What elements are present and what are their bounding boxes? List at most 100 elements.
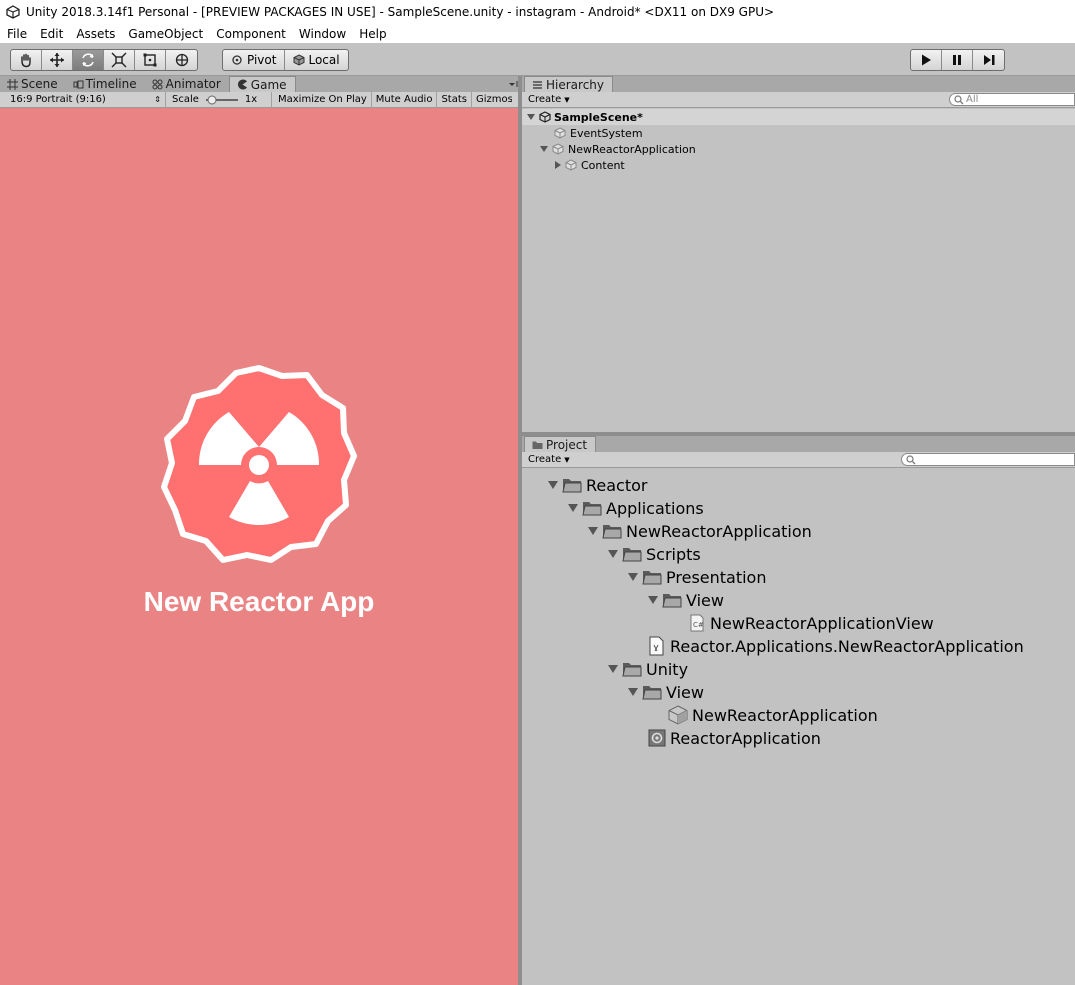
project-folder-reactor[interactable]: Reactor — [548, 474, 647, 496]
gameobject-cube-icon — [565, 159, 577, 171]
hand-tool-button[interactable] — [11, 50, 42, 70]
pivot-label: Pivot — [247, 53, 277, 67]
expand-arrow-icon[interactable] — [588, 527, 598, 535]
hierarchy-item-label: Content — [581, 158, 625, 172]
project-item-label: NewReactorApplication — [626, 521, 812, 541]
expand-arrow-icon[interactable] — [527, 114, 535, 120]
project-search-input[interactable] — [901, 453, 1075, 466]
hand-icon — [21, 53, 31, 68]
tab-project-label: Project — [546, 437, 588, 452]
maximize-on-play-toggle[interactable]: Maximize On Play — [272, 91, 372, 108]
project-file-reactor-applications-asmdef[interactable]: Reactor.Applications.NewReactorApplicati… — [648, 635, 1024, 657]
menu-file[interactable]: File — [0, 27, 33, 41]
assembly-definition-icon — [649, 636, 664, 656]
stats-label: Stats — [441, 94, 467, 105]
gizmos-toggle[interactable]: Gizmos — [472, 92, 512, 108]
menu-gameobject[interactable]: GameObject — [121, 27, 209, 41]
hierarchy-item-eventsystem[interactable]: EventSystem — [554, 125, 643, 141]
menu-bar: File Edit Assets GameObject Component Wi… — [0, 24, 1075, 43]
tab-project[interactable]: Project — [524, 436, 597, 452]
project-create-button[interactable]: Create ▼ — [528, 454, 570, 465]
step-button[interactable] — [973, 50, 1004, 70]
folder-icon — [532, 441, 543, 449]
stats-toggle[interactable]: Stats — [437, 91, 472, 108]
prefab-cube-icon — [668, 705, 688, 725]
aspect-dropdown[interactable]: 16:9 Portrait (9:16) ⇕ — [0, 91, 166, 108]
window-title: Unity 2018.3.14f1 Personal - [PREVIEW PA… — [26, 5, 775, 19]
tab-game[interactable]: Game — [228, 76, 296, 92]
project-asset-reactorapplication[interactable]: ReactorApplication — [648, 727, 821, 749]
search-icon — [906, 454, 916, 464]
project-item-label: View — [686, 590, 724, 610]
collapsed-arrow-icon[interactable] — [555, 161, 561, 169]
hierarchy-search-input[interactable]: All — [949, 93, 1075, 106]
menu-help[interactable]: Help — [352, 27, 392, 41]
rect-transform-icon — [143, 53, 157, 67]
playback-controls — [910, 49, 1005, 71]
scale-tool-button[interactable] — [104, 50, 135, 70]
expand-arrow-icon[interactable] — [548, 481, 558, 489]
project-folder-unity-view[interactable]: View — [628, 681, 704, 703]
expand-arrow-icon[interactable] — [648, 596, 658, 604]
tab-hierarchy-label: Hierarchy — [546, 77, 605, 92]
left-tabstrip: Scene Timeline Animator Game — [0, 76, 520, 92]
project-item-label: Presentation — [666, 567, 767, 587]
expand-arrow-icon[interactable] — [568, 504, 578, 512]
project-folder-presentation[interactable]: Presentation — [628, 566, 766, 588]
menu-edit[interactable]: Edit — [33, 27, 69, 41]
tab-animator-label: Animator — [165, 77, 221, 91]
folder-icon — [642, 686, 662, 700]
rotate-tool-button[interactable] — [73, 50, 104, 70]
project-file-newreactorapplicationview[interactable]: C# NewReactorApplicationView — [688, 612, 934, 634]
pivot-local-group: Pivot Local — [222, 49, 349, 71]
menu-component[interactable]: Component — [209, 27, 292, 41]
gameobject-cube-icon — [552, 143, 564, 155]
rect-tool-button[interactable] — [135, 50, 166, 70]
project-folder-unity[interactable]: Unity — [608, 658, 688, 680]
menu-assets[interactable]: Assets — [69, 27, 121, 41]
hierarchy-tabstrip: Hierarchy — [522, 76, 1075, 92]
project-folder-newreactorapplication[interactable]: NewReactorApplication — [588, 520, 812, 542]
expand-arrow-icon[interactable] — [608, 665, 618, 673]
hierarchy-search-placeholder: All — [966, 94, 979, 105]
svg-text:C#: C# — [693, 621, 704, 629]
menu-window[interactable]: Window — [292, 27, 352, 41]
hierarchy-item-content[interactable]: Content — [555, 157, 625, 173]
tab-scene-label: Scene — [21, 77, 58, 91]
folder-icon — [662, 594, 682, 608]
expand-arrow-icon[interactable] — [608, 550, 618, 558]
project-folder-applications[interactable]: Applications — [568, 497, 704, 519]
expand-arrow-icon[interactable] — [628, 688, 638, 696]
project-create-label: Create — [528, 454, 562, 465]
scriptable-object-icon — [648, 729, 666, 747]
animator-icon — [152, 79, 163, 89]
project-folder-view[interactable]: View — [648, 589, 724, 611]
pivot-button[interactable]: Pivot — [223, 50, 286, 70]
gizmos-label: Gizmos — [475, 94, 512, 105]
scale-slider-track[interactable] — [204, 95, 240, 105]
tab-timeline[interactable]: Timeline — [66, 76, 145, 92]
project-folder-scripts[interactable]: Scripts — [608, 543, 701, 565]
scale-slider[interactable]: Scale 1x — [166, 91, 272, 108]
local-button[interactable]: Local — [285, 50, 347, 70]
move-tool-button[interactable] — [42, 50, 73, 70]
main-toolbar: Pivot Local — [0, 43, 1075, 76]
tab-hierarchy[interactable]: Hierarchy — [524, 76, 614, 92]
tab-scene[interactable]: Scene — [0, 76, 66, 92]
expand-arrow-icon[interactable] — [628, 573, 638, 581]
pause-button[interactable] — [942, 50, 973, 70]
game-view[interactable]: New Reactor App — [0, 108, 518, 985]
scale-value: 1x — [244, 94, 258, 105]
project-prefab-newreactorapplication[interactable]: NewReactorApplication — [668, 704, 878, 726]
hierarchy-scene-row[interactable]: SampleScene* — [522, 109, 1075, 125]
play-button[interactable] — [911, 50, 942, 70]
mute-audio-toggle[interactable]: Mute Audio — [372, 91, 438, 108]
unity-scene-icon — [539, 111, 551, 123]
transform-tool-button[interactable] — [166, 50, 197, 70]
project-tabstrip: Project — [522, 436, 1075, 452]
tab-animator[interactable]: Animator — [145, 76, 229, 92]
expand-arrow-icon[interactable] — [540, 146, 548, 152]
timeline-icon — [73, 80, 84, 88]
hierarchy-item-newreactorapplication[interactable]: NewReactorApplication — [540, 141, 696, 157]
hierarchy-create-button[interactable]: Create ▼ — [528, 94, 570, 105]
